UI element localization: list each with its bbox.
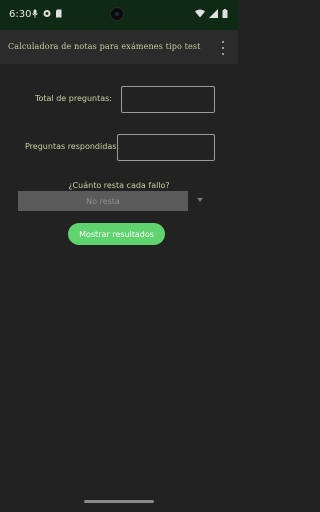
- microphone-icon: [32, 9, 38, 18]
- signal-icon: [209, 9, 218, 18]
- status-time: 6:30: [9, 9, 32, 20]
- battery-icon: [222, 9, 228, 18]
- status-right-icons: [195, 9, 228, 18]
- status-left-icons: [31, 9, 63, 18]
- total-questions-label: Total de preguntas:: [35, 94, 113, 103]
- app-title: Calculadora de notas para exámenes tipo …: [8, 42, 201, 51]
- navigation-handle[interactable]: [84, 500, 154, 503]
- camera-cutout: [110, 7, 124, 21]
- app-notification-icon: [43, 10, 51, 17]
- overflow-menu-icon[interactable]: [220, 41, 226, 55]
- total-questions-input[interactable]: [121, 86, 215, 113]
- sim-card-icon: [56, 9, 62, 18]
- wifi-icon: [195, 9, 205, 18]
- dropdown-arrow-icon[interactable]: [197, 198, 203, 202]
- penalty-selected-value: No resta: [86, 196, 120, 206]
- penalty-question-label: ¿Cuánto resta cada fallo?: [68, 181, 170, 190]
- penalty-dropdown[interactable]: No resta: [18, 191, 188, 211]
- status-bar: 6:30: [0, 0, 238, 30]
- app-bar: Calculadora de notas para exámenes tipo …: [0, 30, 238, 64]
- answered-questions-input[interactable]: [117, 134, 215, 161]
- answered-questions-label: Preguntas respondidas:: [25, 142, 120, 151]
- show-results-button[interactable]: Mostrar resultados: [68, 223, 165, 245]
